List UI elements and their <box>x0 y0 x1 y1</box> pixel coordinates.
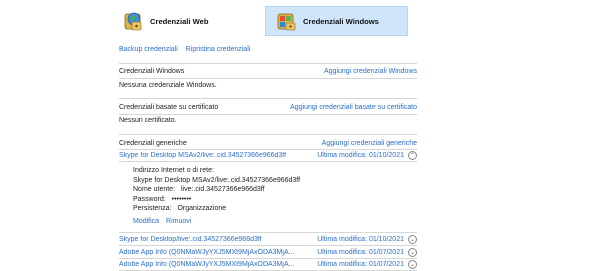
generic-credentials-title: Credenziali generiche <box>119 139 187 147</box>
divider <box>119 114 417 115</box>
credential-date: Ultima modifica: 01/10/2021 <box>317 236 404 243</box>
generic-credentials-header: Credenziali generiche Aggiungi credenzia… <box>119 137 417 149</box>
divider <box>119 98 417 99</box>
credential-name: Adobe App Info (Q0NMaWJyYXJ5MXt9MjAxODA3… <box>119 249 295 256</box>
add-windows-credential-link[interactable]: Aggiungi credenziali Windows <box>324 68 417 75</box>
credential-name: Skype for Desktop MSAv2/live:.cid.345273… <box>119 152 287 159</box>
cert-credentials-empty: Nessun certificato. <box>119 117 177 124</box>
backup-credentials-link[interactable]: Backup credenziali <box>119 46 178 53</box>
windows-credentials-title: Credenziali Windows <box>119 67 185 75</box>
remove-credential-link[interactable]: Rimuovi <box>166 218 191 225</box>
password-label: Password: <box>133 195 166 203</box>
credential-item[interactable]: Skype for Desktop/live:.cid.34527366e966… <box>119 234 417 246</box>
chevron-up-icon[interactable]: ⌃ <box>408 151 417 160</box>
backup-actions: Backup credenziali Ripristina credenzial… <box>119 46 417 53</box>
tab-windows-label: Credenziali Windows <box>303 16 379 26</box>
divider <box>119 134 417 135</box>
credential-name: Skype for Desktop/live:.cid.34527366e966… <box>119 236 262 243</box>
credential-date: Ultima modifica: 01/07/2021 <box>317 261 404 268</box>
username-value: live:.cid.34527366e966d3ff <box>180 186 265 193</box>
windows-credentials-icon <box>277 13 296 31</box>
credential-item[interactable]: Adobe App Info (Q0NMaWJyYXJ5MXt9MjAxODA3… <box>119 247 417 259</box>
edit-credential-link[interactable]: Modifica <box>133 218 159 225</box>
windows-credentials-header: Credenziali Windows Aggiungi credenziali… <box>119 65 417 77</box>
tab-web-credentials[interactable]: Credenziali Web <box>119 6 263 36</box>
username-label: Nome utente: <box>133 186 176 193</box>
restore-credentials-link[interactable]: Ripristina credenziali <box>186 46 251 53</box>
chevron-down-icon[interactable]: ⌄ <box>408 248 417 257</box>
tab-web-label: Credenziali Web <box>150 16 209 26</box>
chevron-down-icon[interactable]: ⌄ <box>408 260 417 269</box>
web-credentials-icon <box>124 12 142 31</box>
windows-credentials-empty: Nessuna credenziale Windows. <box>119 82 217 89</box>
cert-credentials-title: Credenziali basate su certificato <box>119 103 219 111</box>
credential-date: Ultima modifica: 01/10/2021 <box>317 152 404 159</box>
persistence-label: Persistenza: <box>133 205 172 212</box>
add-generic-credential-link[interactable]: Aggiungi credenziali generiche <box>322 140 417 147</box>
cert-credentials-header: Credenziali basate su certificato Aggiun… <box>119 101 417 113</box>
add-cert-credential-link[interactable]: Aggiungi credenziali basate su certifica… <box>290 104 417 111</box>
persistence-value: Organizzazione <box>177 205 227 212</box>
chevron-down-icon[interactable]: ⌄ <box>408 235 417 244</box>
password-value: •••••••• <box>171 195 192 203</box>
credential-item[interactable]: Adobe App Info (Q0NMaWJyYXJ5MXt9MjAxODA3… <box>119 259 417 271</box>
credential-name: Adobe App Info (Q0NMaWJyYXJ5MXt9MjAxODA3… <box>119 261 295 268</box>
address-value: Skype for Desktop MSAv2/live:.cid.345273… <box>133 176 301 184</box>
tab-windows-credentials[interactable]: Credenziali Windows <box>265 6 408 36</box>
credential-details: Indirizzo Internet o di rete: Skype for … <box>119 166 417 233</box>
address-label: Indirizzo Internet o di rete: <box>133 167 214 174</box>
divider <box>119 78 417 79</box>
credential-date: Ultima modifica: 01/07/2021 <box>317 249 404 256</box>
divider <box>119 63 417 64</box>
credential-item-expanded[interactable]: Skype for Desktop MSAv2/live:.cid.345273… <box>119 150 417 162</box>
